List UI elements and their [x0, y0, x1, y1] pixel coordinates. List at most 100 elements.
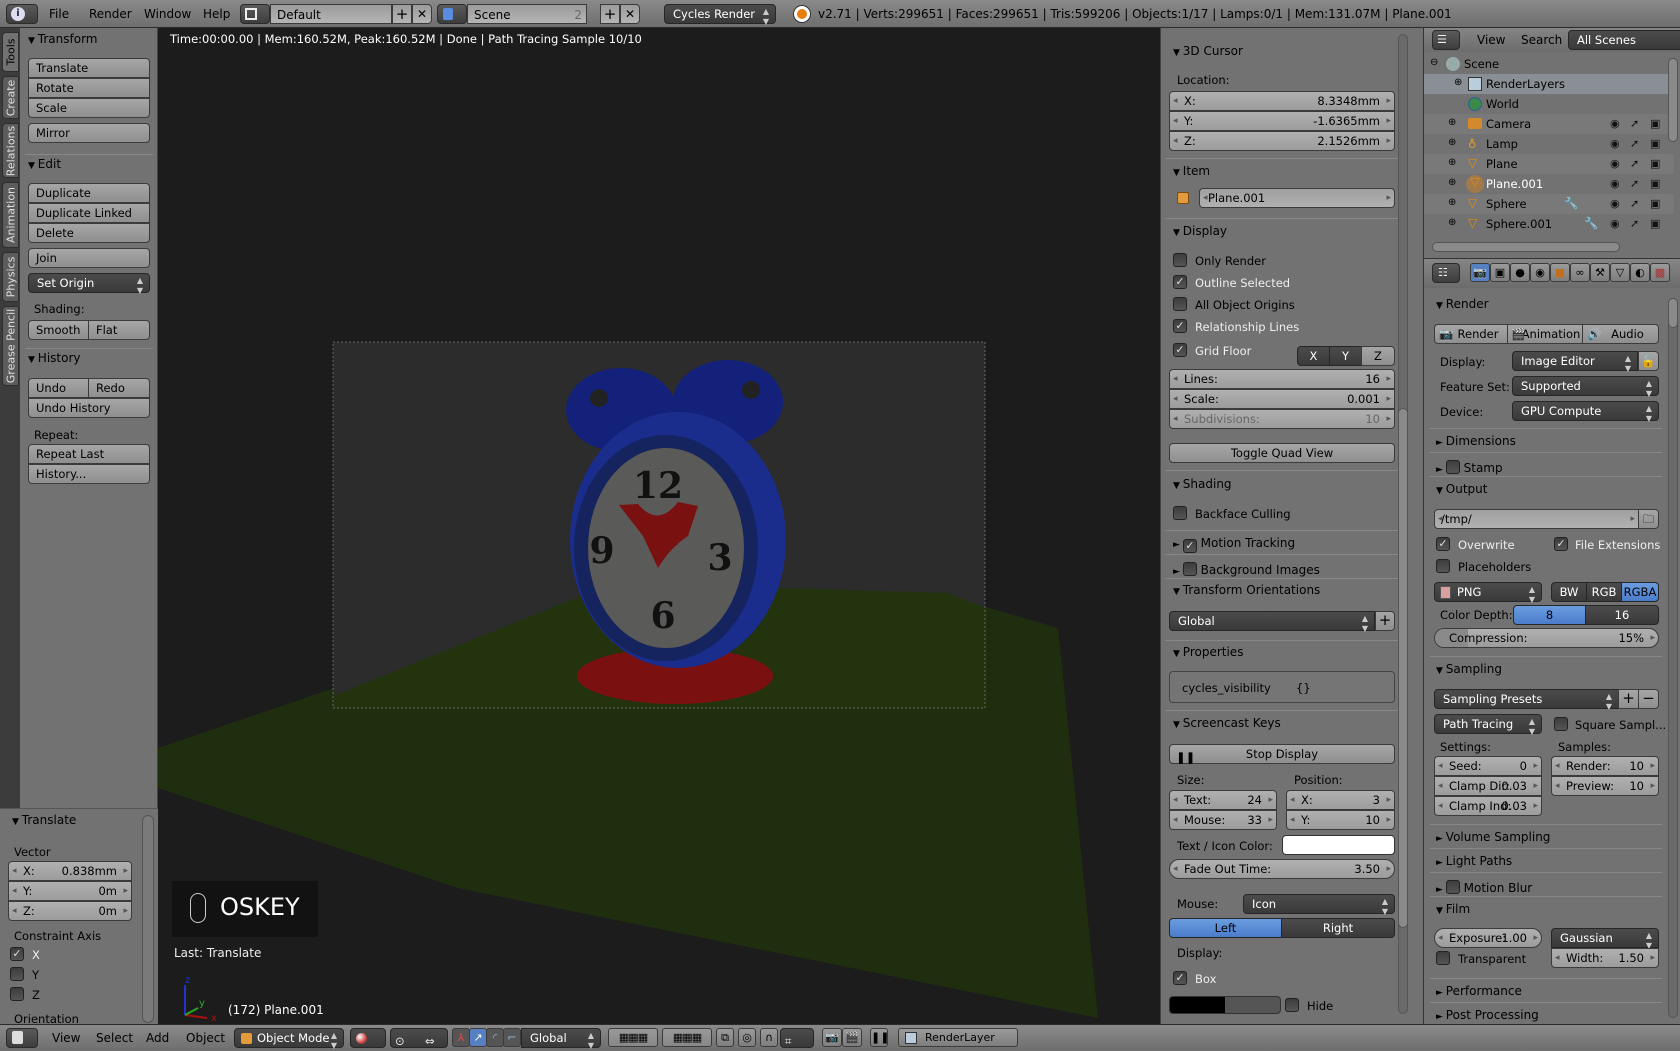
tab-renderlayers-context[interactable]: ▣: [1490, 263, 1510, 282]
properties-scrollbar[interactable]: [1668, 298, 1678, 1018]
delete-screen-button[interactable]: ✕: [412, 4, 432, 24]
tab-grease-pencil[interactable]: Grease Pencil: [2, 306, 19, 386]
tab-tools[interactable]: Tools: [2, 32, 19, 72]
lock-camera-layers-toggle[interactable]: ⧉: [716, 1028, 734, 1047]
outliner-item-world[interactable]: World: [1424, 94, 1674, 114]
redo-button[interactable]: Redo: [88, 378, 150, 398]
snap-toggle[interactable]: ∩: [760, 1028, 778, 1047]
mouse-size-field[interactable]: Mouse: 33: [1169, 810, 1277, 830]
tab-animation[interactable]: Animation: [2, 182, 19, 248]
tab-data-context[interactable]: ▽: [1610, 263, 1630, 282]
panel-header-dimensions[interactable]: Dimensions: [1436, 434, 1516, 448]
stop-display-button[interactable]: ❚❚ Stop Display: [1169, 744, 1395, 764]
mouse-display-dropdown[interactable]: Icon ▲ ▼: [1243, 894, 1395, 916]
eye-icon[interactable]: ◉: [1610, 137, 1620, 150]
tab-scene-context[interactable]: ●: [1510, 263, 1530, 282]
hide-checkbox[interactable]: [1285, 998, 1299, 1012]
eye-icon[interactable]: ◉: [1610, 157, 1620, 170]
undo-history-button[interactable]: Undo History: [28, 398, 150, 418]
vector-y-field[interactable]: Y: 0m: [8, 881, 132, 901]
render-layer-button[interactable]: RenderLayer: [898, 1028, 1018, 1047]
pause-render-toggle[interactable]: ❚❚: [870, 1028, 889, 1047]
feature-set-dropdown[interactable]: Supported ▲ ▼: [1512, 376, 1659, 398]
placeholders-checkbox[interactable]: [1436, 559, 1450, 573]
panel-header-motion-tracking[interactable]: ✓ Motion Tracking: [1173, 536, 1295, 553]
color-rgba-toggle[interactable]: RGBA: [1621, 582, 1659, 602]
select-arrow-icon[interactable]: ➚: [1630, 137, 1639, 150]
manipulator-toggle[interactable]: ⅄: [452, 1028, 470, 1047]
lock-interface-toggle[interactable]: 🔓: [1638, 351, 1659, 371]
viewport-shading-dropdown[interactable]: [350, 1028, 386, 1048]
render-camera-icon[interactable]: ▣: [1650, 177, 1660, 190]
preview-samples-field[interactable]: Preview: 10: [1551, 776, 1659, 796]
panel-header-transform[interactable]: Transform: [28, 32, 98, 46]
vector-x-field[interactable]: X: 0.838mm: [8, 861, 132, 881]
set-origin-dropdown[interactable]: Set Origin ▲ ▼: [28, 273, 150, 295]
cursor-x-field[interactable]: X: 8.3348mm: [1169, 91, 1395, 111]
panel-header-film[interactable]: Film: [1436, 902, 1470, 916]
background-images-checkbox[interactable]: [1182, 562, 1197, 576]
filter-width-field[interactable]: Width: 1.50: [1551, 948, 1659, 968]
outliner-vertical-scrollbar[interactable]: [1668, 58, 1678, 142]
delete-button[interactable]: Delete: [28, 223, 150, 243]
constraint-z-checkbox[interactable]: [10, 987, 24, 1001]
outliner-item-scene[interactable]: ⊖ Scene: [1424, 54, 1674, 74]
transparent-checkbox[interactable]: [1436, 951, 1450, 965]
render-button[interactable]: 📷 Render: [1434, 324, 1508, 344]
pixel-filter-dropdown[interactable]: Gaussian ▲ ▼: [1551, 928, 1659, 950]
color-depth-16-toggle[interactable]: 16: [1585, 605, 1659, 625]
render-camera-icon[interactable]: ▣: [1650, 117, 1660, 130]
grid-scale-field[interactable]: Scale: 0.001: [1169, 389, 1395, 409]
properties-scrollbar-thumb[interactable]: [1668, 298, 1678, 328]
screen-layout-field[interactable]: Default: [270, 4, 392, 24]
device-dropdown[interactable]: GPU Compute ▲ ▼: [1512, 401, 1659, 423]
tab-modifiers-context[interactable]: ⚒: [1590, 263, 1610, 282]
relationship-lines-checkbox[interactable]: ✓: [1173, 319, 1187, 333]
panel-header-stamp[interactable]: Stamp: [1436, 458, 1503, 475]
add-scene-button[interactable]: +: [600, 4, 620, 24]
tab-object-context[interactable]: ■: [1550, 263, 1570, 282]
translate-button[interactable]: Translate: [28, 58, 150, 78]
outliner-horizontal-scrollbar[interactable]: [1432, 242, 1620, 252]
panel-header-item[interactable]: Item: [1173, 164, 1210, 178]
menu-view[interactable]: View: [1477, 33, 1505, 47]
undo-button[interactable]: Undo: [28, 378, 89, 398]
translate-manipulator-toggle[interactable]: ↗: [469, 1028, 487, 1047]
menu-render[interactable]: Render: [89, 7, 132, 21]
panel-header-screencast-keys[interactable]: Screencast Keys: [1173, 716, 1281, 730]
screen-layout-button[interactable]: [240, 4, 270, 24]
panel-header-shading[interactable]: Shading: [1173, 477, 1232, 491]
opengl-render-image-button[interactable]: 📷: [822, 1028, 842, 1047]
grid-axis-y-toggle[interactable]: Y: [1329, 346, 1362, 366]
scene-field[interactable]: Scene 2: [467, 4, 587, 24]
file-extensions-checkbox[interactable]: ✓: [1554, 537, 1568, 551]
render-camera-icon[interactable]: ▣: [1650, 217, 1660, 230]
transform-orientation-dropdown[interactable]: Global ▲ ▼: [521, 1028, 601, 1050]
layer-buttons-1[interactable]: ▦▦▦: [608, 1028, 658, 1047]
scale-button[interactable]: Scale: [28, 98, 150, 118]
menu-window[interactable]: Window: [144, 7, 191, 21]
panel-header-edit[interactable]: Edit: [28, 157, 61, 171]
mirror-button[interactable]: Mirror: [28, 123, 150, 143]
select-arrow-icon[interactable]: ➚: [1630, 177, 1639, 190]
join-button[interactable]: Join: [28, 248, 150, 268]
grid-floor-checkbox[interactable]: ✓: [1173, 343, 1187, 357]
eye-icon[interactable]: ◉: [1610, 177, 1620, 190]
box-checkbox[interactable]: ✓: [1173, 971, 1187, 985]
overwrite-checkbox[interactable]: ✓: [1436, 537, 1450, 551]
motion-blur-checkbox[interactable]: [1445, 880, 1460, 894]
color-rgb-toggle[interactable]: RGB: [1586, 582, 1622, 602]
animation-button[interactable]: 🎬 Animation: [1507, 324, 1583, 344]
panel-header-background-images[interactable]: Background Images: [1173, 560, 1320, 577]
delete-scene-button[interactable]: ✕: [620, 4, 640, 24]
tab-physics[interactable]: Physics: [2, 252, 19, 302]
render-camera-icon[interactable]: ▣: [1650, 137, 1660, 150]
eye-icon[interactable]: ◉: [1610, 217, 1620, 230]
editor-type-button[interactable]: [6, 1028, 38, 1048]
panel-header-history[interactable]: History: [28, 351, 81, 365]
right-button-toggle[interactable]: Right: [1281, 918, 1395, 938]
interaction-mode-dropdown[interactable]: Object Mode ▲ ▼: [234, 1028, 344, 1050]
transform-orientation-dropdown[interactable]: Global ▲ ▼: [1169, 611, 1375, 633]
browse-folder-button[interactable]: 🗀: [1638, 509, 1659, 529]
outliner-item-renderlayers[interactable]: ⊕ RenderLayers: [1424, 74, 1674, 94]
